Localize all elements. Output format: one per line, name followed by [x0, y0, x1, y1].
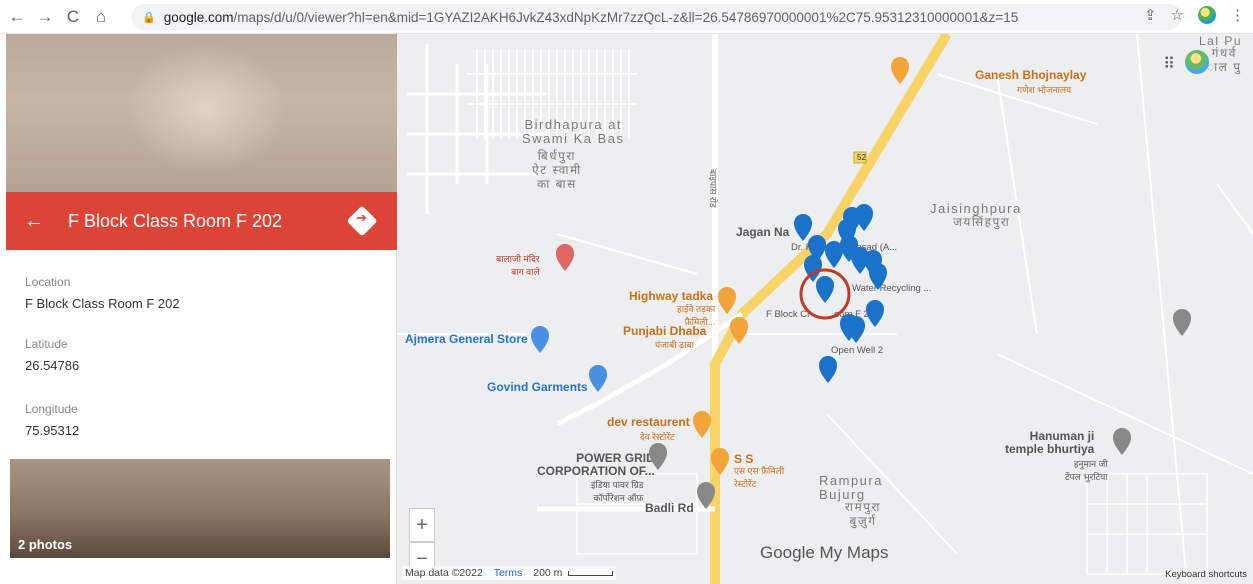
pin-label-openwell[interactable]: Open Well 2	[831, 345, 883, 356]
menu-kebab-icon[interactable]: ⋮	[1230, 6, 1245, 24]
photos-thumbnail[interactable]: 2 photos	[10, 459, 390, 558]
place-jaisinghpura-hindi: जयसिंहपुरा	[953, 215, 1011, 229]
map-footer: Map data ©2022 Terms 200 m	[402, 566, 617, 580]
scale-label[interactable]: 200 m	[533, 567, 562, 579]
poi-dev[interactable]: dev restaurent	[607, 415, 690, 429]
place-birdhapura: Birdhapura at Swami Ka Bas	[522, 117, 625, 146]
address-bar[interactable]: 🔒 google.com /maps/d/u/0/viewer?hl=en&mi…	[132, 4, 1182, 30]
poi-ganesh[interactable]: Ganesh Bhojnaylay	[975, 68, 1086, 82]
keyboard-shortcuts-link[interactable]: Keyboard shortcuts	[1165, 569, 1247, 580]
lock-icon: 🔒	[142, 11, 156, 24]
scale-bar	[568, 571, 614, 576]
pin-label-fblock[interactable]: F Block Cl	[766, 309, 809, 320]
back-arrow-icon[interactable]: ←	[14, 210, 54, 233]
directions-icon[interactable]	[346, 205, 378, 237]
map-canvas[interactable]: 52 बाइपास रोड Birdhapura at Swami Ka Bas…	[397, 34, 1253, 584]
home-icon[interactable]: ⌂	[90, 6, 112, 28]
route-52-label: 52	[857, 153, 866, 162]
pin-label-fblock-2[interactable]: oom F 202	[834, 309, 879, 320]
google-my-maps-logo: Google My Maps	[760, 543, 889, 562]
place-birdhapura-hindi: बिर्धपुरा ऐट स्वामी का बास	[532, 149, 582, 191]
poi-ajmera[interactable]: Ajmera General Store	[405, 332, 528, 346]
poi-highway[interactable]: Highway tadka	[629, 289, 713, 303]
pin-label-water[interactable]: Water Recycling ...	[852, 283, 931, 294]
forward-arrow-icon[interactable]: →	[34, 6, 56, 28]
poi-badli[interactable]: Badli Rd	[645, 501, 694, 515]
longitude-value: 75.95312	[25, 423, 80, 438]
apps-grid-icon[interactable]: ⠿	[1163, 54, 1175, 74]
longitude-field: Longitude 75.95312	[25, 402, 79, 438]
latitude-field: Latitude 26.54786	[25, 337, 79, 373]
place-sidebar: ← F Block Class Room F 202 Location F Bl…	[0, 34, 397, 584]
terms-link[interactable]: Terms	[494, 567, 523, 579]
longitude-label: Longitude	[25, 402, 78, 416]
browser-toolbar: ← → C ⌂ 🔒 google.com /maps/d/u/0/viewer?…	[0, 0, 1253, 34]
photos-count: 2 photos	[18, 537, 73, 552]
poi-dev-hindi: देव रेस्टोरेंट	[640, 432, 675, 442]
reload-icon[interactable]: C	[62, 6, 84, 28]
poi-ganesh-hindi: गणेश भोजनालय	[1017, 85, 1072, 95]
poi-powergrid[interactable]: POWER GRID CORPORATION OF...	[537, 452, 655, 478]
my-maps-logo	[1185, 50, 1209, 74]
poi-punjabi-hindi: पंजाबी ढाबा	[655, 340, 694, 350]
poi-hanuman-hindi: हनुमान जी टेंपल भुरटिया	[1065, 459, 1108, 482]
url-domain: google.com	[163, 9, 234, 25]
place-photo[interactable]	[6, 34, 397, 192]
place-title-bar: ← F Block Class Room F 202	[6, 192, 397, 250]
latitude-value: 26.54786	[25, 358, 80, 373]
poi-punjabi[interactable]: Punjabi Dhaba	[623, 324, 706, 338]
place-title: F Block Class Room F 202	[68, 210, 283, 231]
place-jaisinghpura: Jaisinghpura	[930, 201, 1022, 216]
location-value: F Block Class Room F 202	[25, 296, 180, 311]
poi-ss-hindi: एस एस फ़ैमिली रेस्टोरेंट	[734, 466, 785, 489]
location-label: Location	[25, 275, 71, 289]
place-rampura-hindi: रामपुरा बुज़ुर्ग	[845, 500, 882, 528]
location-field: Location F Block Class Room F 202	[25, 275, 180, 311]
map-data-credit: Map data ©2022	[405, 567, 483, 579]
road-label: बाइपास रोड	[708, 169, 718, 208]
pin-label-jagan[interactable]: Jagan Na	[736, 225, 789, 239]
poi-hanuman[interactable]: Hanuman ji temple bhurtiya	[1005, 430, 1094, 456]
poi-powergrid-hindi: इंडिया पावर ग्रिड कॉर्पोरेशन ऑफ़	[591, 480, 644, 503]
poi-balaji[interactable]: बालाजी मंदिर बाग वाले	[496, 252, 540, 278]
back-arrow-icon[interactable]: ←	[6, 6, 28, 28]
latitude-label: Latitude	[25, 337, 68, 351]
place-lalpu-hindi: गंधर्व ाल पु	[1207, 46, 1242, 74]
place-rampura: Rampura Bujurg	[819, 473, 883, 502]
url-path: /maps/d/u/0/viewer?hl=en&mid=1GYAZI2AKH6…	[233, 9, 1019, 25]
zoom-in-button[interactable]: +	[409, 508, 435, 542]
pin-label-rajendra[interactable]: Dr. Rajendra Prasad (A...	[791, 242, 897, 253]
share-icon[interactable]: ⇪	[1144, 6, 1157, 24]
profile-avatar[interactable]	[1198, 6, 1216, 24]
bookmark-star-icon[interactable]: ☆	[1171, 6, 1184, 24]
poi-govind[interactable]: Govind Garments	[487, 380, 588, 394]
